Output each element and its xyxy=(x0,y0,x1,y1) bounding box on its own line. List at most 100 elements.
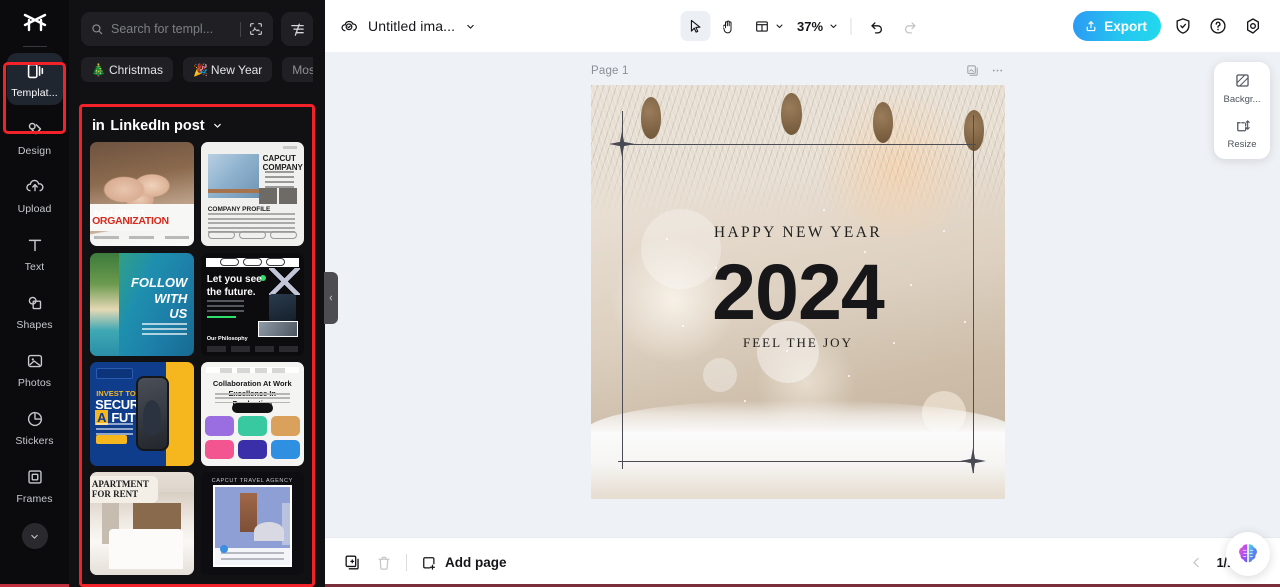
template-grid: NON-PROFIT ORGANIZATION CAPCUT COMPANY C… xyxy=(82,142,312,582)
template-accent-block xyxy=(165,362,194,466)
chip-emoji: 🎉 xyxy=(192,62,208,77)
capcut-logo[interactable] xyxy=(0,0,69,46)
sidebar-item-shapes[interactable]: Shapes xyxy=(7,285,63,337)
zoom-value: 37% xyxy=(796,18,824,34)
templates-section-highlight: in LinkedIn post NON-PROFIT ORGANIZATION xyxy=(79,104,315,587)
add-page-label: Add page xyxy=(445,555,507,570)
template-card-collaboration-at-work[interactable]: Collaboration At Work Excellence In Prod… xyxy=(200,362,304,466)
upload-icon xyxy=(25,179,44,192)
template-caption: CAPCUT TRAVEL AGENCY xyxy=(211,477,293,484)
hand-tool-button[interactable] xyxy=(713,11,743,41)
export-icon xyxy=(1086,21,1096,32)
template-cta xyxy=(231,403,273,414)
templates-icon xyxy=(27,63,43,79)
chevron-down-icon[interactable] xyxy=(211,119,224,132)
cursor-icon xyxy=(690,19,701,33)
panel-header: Search for templ... 🎄 Christmas 🎉 New Ye… xyxy=(69,0,325,82)
linkedin-icon: in xyxy=(92,117,105,134)
trash-icon[interactable] xyxy=(375,554,393,572)
sidebar-item-label: Photos xyxy=(17,377,52,389)
chevron-down-icon[interactable] xyxy=(464,20,477,33)
more-horizontal-icon[interactable] xyxy=(990,63,1005,78)
sidebar-item-design[interactable]: Design xyxy=(7,111,63,163)
shield-button[interactable] xyxy=(1170,13,1196,39)
text-icon xyxy=(28,239,41,252)
template-card-non-profit[interactable]: NON-PROFIT ORGANIZATION xyxy=(90,142,194,246)
redo-button[interactable] xyxy=(895,11,925,41)
document-title-group[interactable]: Untitled ima... xyxy=(339,16,477,36)
settings-button[interactable] xyxy=(1240,13,1266,39)
template-headline: Let you see the future. xyxy=(207,274,262,299)
template-card-company-profile[interactable]: CAPCUT COMPANY COMPANY PROFILE xyxy=(200,142,304,246)
template-brand-tag xyxy=(282,146,297,150)
chip-new-year[interactable]: 🎉 New Year xyxy=(182,57,273,82)
sidebar-item-upload[interactable]: Upload xyxy=(7,169,63,221)
canvas-tools: 37% xyxy=(679,11,925,41)
search-icon xyxy=(92,24,103,35)
undo-button[interactable] xyxy=(862,11,892,41)
resize-button[interactable]: Resize xyxy=(1216,116,1268,150)
template-card-let-you-see-the-future[interactable]: Let you see the future. Our Philosophy xyxy=(200,252,304,356)
chip-christmas[interactable]: 🎄 Christmas xyxy=(81,57,173,82)
template-image xyxy=(90,252,119,356)
search-row: Search for templ... xyxy=(81,12,313,46)
search-input[interactable]: Search for templ... xyxy=(81,12,273,46)
chevron-left-icon xyxy=(329,295,333,301)
artboard[interactable]: HAPPY NEW YEAR 2024 FEEL THE JOY xyxy=(591,85,1005,499)
main-area: Untitled ima... 37% Export Page 1 HAPPY … xyxy=(325,0,1280,587)
filter-button[interactable] xyxy=(281,12,313,46)
duplicate-icon[interactable] xyxy=(343,553,362,572)
duplicate-page-icon[interactable] xyxy=(965,63,980,78)
sidebar-item-label: Stickers xyxy=(15,435,54,447)
page-header-row: Page 1 xyxy=(591,63,1005,78)
template-image xyxy=(268,293,296,321)
sidebar-item-text[interactable]: Text xyxy=(7,227,63,279)
chevron-left-icon[interactable] xyxy=(1189,555,1204,570)
canvas-area[interactable]: Page 1 HAPPY NEW YEAR 2024 FEEL THE JOY … xyxy=(325,52,1280,537)
pine-cone xyxy=(640,97,662,139)
bottom-divider xyxy=(406,554,407,571)
template-card-follow-with-us[interactable]: FOLLOW WITH US xyxy=(90,252,194,356)
hand-icon xyxy=(723,20,732,33)
layout-icon xyxy=(755,20,768,32)
undo-icon xyxy=(871,21,883,34)
template-image-secondary xyxy=(258,320,298,338)
sidebar-item-label: Templat... xyxy=(11,87,58,99)
add-page-button[interactable]: Add page xyxy=(420,554,507,572)
panel-collapse-handle[interactable] xyxy=(324,272,338,324)
template-decoration xyxy=(268,268,300,295)
template-columns xyxy=(206,345,298,352)
template-card-apartment-for-rent[interactable]: APARTMENT FOR RENT xyxy=(90,471,194,575)
sidebar-more-button[interactable] xyxy=(21,523,48,549)
template-line-3: US xyxy=(169,306,188,322)
image-search-icon[interactable] xyxy=(248,21,264,37)
left-sidebar: Templat... Design Upload Text Shapes Pho… xyxy=(0,0,69,587)
background-button[interactable]: Backgr... xyxy=(1216,71,1268,105)
design-icon xyxy=(28,122,41,135)
zoom-control[interactable]: 37% xyxy=(797,19,839,34)
template-card-travel-agency[interactable]: CAPCUT TRAVEL AGENCY xyxy=(200,471,304,575)
template-category-header[interactable]: in LinkedIn post xyxy=(82,107,312,142)
template-category-title: LinkedIn post xyxy=(110,117,205,134)
sidebar-item-stickers[interactable]: Stickers xyxy=(7,401,63,453)
redo-icon xyxy=(904,21,916,34)
template-logo xyxy=(96,368,134,379)
sidebar-item-frames[interactable]: Frames xyxy=(7,459,63,511)
select-tool-button[interactable] xyxy=(679,11,710,41)
sidebar-item-label: Upload xyxy=(17,203,52,215)
template-cards xyxy=(204,415,300,460)
sidebar-item-templates[interactable]: Templat... xyxy=(6,53,63,105)
layout-tool-button[interactable] xyxy=(746,11,789,41)
chip-most-popular[interactable]: Mos xyxy=(282,57,313,82)
shield-check-icon xyxy=(1176,18,1190,34)
export-button[interactable]: Export xyxy=(1073,11,1161,41)
template-card-invest-today[interactable]: INVEST TODAY! SECURE A FUTURE xyxy=(90,362,194,466)
background-label: Backgr... xyxy=(1223,94,1261,105)
canvas-tools-float-panel: Backgr... Resize xyxy=(1214,62,1270,159)
help-button[interactable] xyxy=(1205,13,1231,39)
sidebar-item-photos[interactable]: Photos xyxy=(7,343,63,395)
background-icon xyxy=(1235,74,1249,87)
ai-assistant-button[interactable] xyxy=(1226,532,1270,576)
template-image xyxy=(207,154,260,198)
template-link xyxy=(206,315,236,318)
